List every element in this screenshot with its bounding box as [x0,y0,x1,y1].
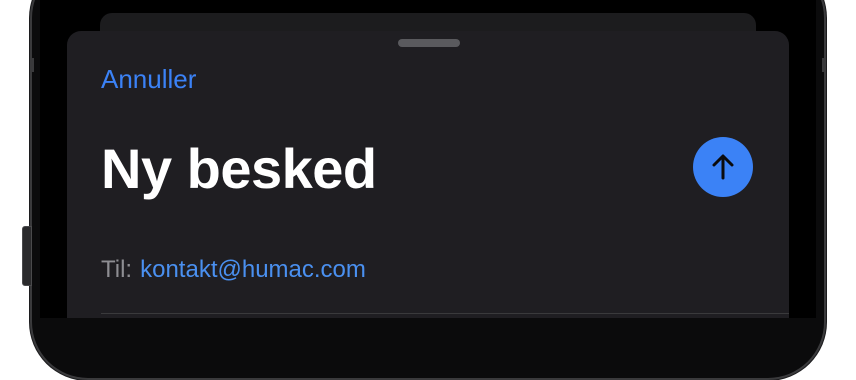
phone-side-button [22,226,32,286]
phone-screen: Annuller Ny besked Til: kontakt@humac.com [40,0,816,318]
compose-sheet: Annuller Ny besked Til: kontakt@humac.com [67,31,789,318]
phone-frame-edge [30,58,34,72]
send-button[interactable] [693,137,753,197]
arrow-up-icon [712,154,734,180]
to-field[interactable]: Til: kontakt@humac.com [101,255,366,285]
field-divider [101,313,789,314]
page-title: Ny besked [101,137,377,200]
cancel-button[interactable]: Annuller [101,63,196,95]
recipient-address[interactable]: kontakt@humac.com [140,256,366,283]
phone-frame-edge [822,58,826,72]
to-field-label: Til: [101,256,133,283]
sheet-grabber-handle[interactable] [398,39,460,47]
